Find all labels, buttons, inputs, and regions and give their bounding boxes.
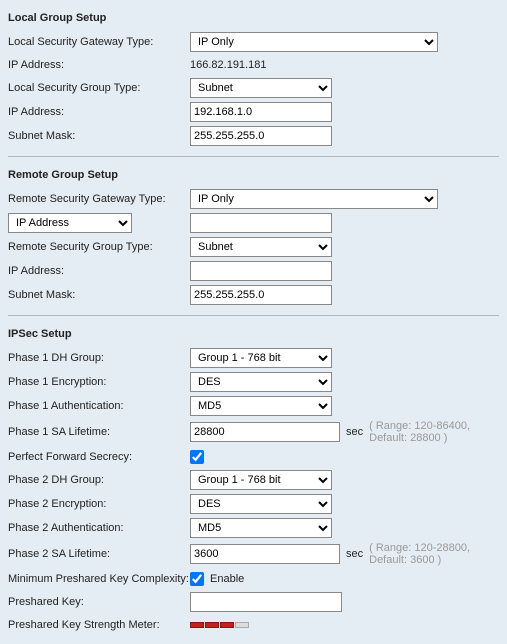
psk-strength-meter bbox=[190, 622, 249, 628]
p2-sa-input[interactable] bbox=[190, 544, 340, 564]
local-gateway-type-select[interactable]: IP Only bbox=[190, 32, 438, 52]
row-p2-enc: Phase 2 Encryption: DES bbox=[8, 492, 499, 516]
row-p2-dh: Phase 2 DH Group: Group 1 - 768 bit bbox=[8, 468, 499, 492]
p1-enc-select[interactable]: DES bbox=[190, 372, 332, 392]
meter-seg-2 bbox=[205, 622, 219, 628]
p1-sa-input[interactable] bbox=[190, 422, 340, 442]
row-remote-ip-mode: IP Address bbox=[8, 211, 499, 235]
psk-meter-label: Preshared Key Strength Meter: bbox=[8, 619, 190, 631]
remote-group-type-label: Remote Security Group Type: bbox=[8, 241, 190, 253]
row-remote-gateway-type: Remote Security Gateway Type: IP Only bbox=[8, 187, 499, 211]
row-psk: Preshared Key: bbox=[8, 590, 499, 614]
row-local-subnet: Subnet Mask: bbox=[8, 124, 499, 148]
p2-auth-select[interactable]: MD5 bbox=[190, 518, 332, 538]
local-subnet-input[interactable] bbox=[190, 126, 332, 146]
remote-ip-input[interactable] bbox=[190, 261, 332, 281]
row-local-ip2: IP Address: bbox=[8, 100, 499, 124]
p2-sa-unit: sec bbox=[346, 548, 363, 560]
p1-sa-unit: sec bbox=[346, 426, 363, 438]
row-local-ip: IP Address: 166.82.191.181 bbox=[8, 54, 499, 76]
remote-subnet-input[interactable] bbox=[190, 285, 332, 305]
local-group-type-select[interactable]: Subnet bbox=[190, 78, 332, 98]
p2-dh-label: Phase 2 DH Group: bbox=[8, 474, 190, 486]
local-ip2-label: IP Address: bbox=[8, 106, 190, 118]
p2-sa-label: Phase 2 SA Lifetime: bbox=[8, 548, 190, 560]
p1-enc-label: Phase 1 Encryption: bbox=[8, 376, 190, 388]
row-p1-enc: Phase 1 Encryption: DES bbox=[8, 370, 499, 394]
p2-auth-label: Phase 2 Authentication: bbox=[8, 522, 190, 534]
p1-sa-hint: ( Range: 120-86400, Default: 28800 ) bbox=[369, 420, 499, 444]
row-p1-auth: Phase 1 Authentication: MD5 bbox=[8, 394, 499, 418]
row-local-group-type: Local Security Group Type: Subnet bbox=[8, 76, 499, 100]
row-p1-dh: Phase 1 DH Group: Group 1 - 768 bit bbox=[8, 346, 499, 370]
row-p1-sa: Phase 1 SA Lifetime: sec ( Range: 120-86… bbox=[8, 418, 499, 446]
p1-dh-select[interactable]: Group 1 - 768 bit bbox=[190, 348, 332, 368]
p2-enc-select[interactable]: DES bbox=[190, 494, 332, 514]
min-psk-label: Minimum Preshared Key Complexity: bbox=[8, 573, 190, 585]
psk-label: Preshared Key: bbox=[8, 596, 190, 608]
local-group-type-label: Local Security Group Type: bbox=[8, 82, 190, 94]
row-local-gateway-type: Local Security Gateway Type: IP Only bbox=[8, 30, 499, 54]
divider-2 bbox=[8, 315, 499, 316]
remote-gateway-type-select[interactable]: IP Only bbox=[190, 189, 438, 209]
row-p2-sa: Phase 2 SA Lifetime: sec ( Range: 120-28… bbox=[8, 540, 499, 568]
row-pfs: Perfect Forward Secrecy: bbox=[8, 446, 499, 468]
local-ip-label: IP Address: bbox=[8, 59, 190, 71]
row-remote-ip: IP Address: bbox=[8, 259, 499, 283]
row-p2-auth: Phase 2 Authentication: MD5 bbox=[8, 516, 499, 540]
p2-dh-select[interactable]: Group 1 - 768 bit bbox=[190, 470, 332, 490]
row-min-psk: Minimum Preshared Key Complexity: Enable bbox=[8, 568, 499, 590]
pfs-checkbox[interactable] bbox=[190, 450, 204, 464]
divider-1 bbox=[8, 156, 499, 157]
p1-dh-label: Phase 1 DH Group: bbox=[8, 352, 190, 364]
remote-group-type-select[interactable]: Subnet bbox=[190, 237, 332, 257]
psk-input[interactable] bbox=[190, 592, 342, 612]
ipsec-title: IPSec Setup bbox=[8, 324, 499, 346]
row-remote-subnet: Subnet Mask: bbox=[8, 283, 499, 307]
local-ip2-input[interactable] bbox=[190, 102, 332, 122]
meter-seg-4 bbox=[235, 622, 249, 628]
local-gateway-type-label: Local Security Gateway Type: bbox=[8, 36, 190, 48]
p1-auth-label: Phase 1 Authentication: bbox=[8, 400, 190, 412]
meter-seg-3 bbox=[220, 622, 234, 628]
remote-ip-label: IP Address: bbox=[8, 265, 190, 277]
min-psk-enable-text: Enable bbox=[210, 573, 244, 585]
local-group-title: Local Group Setup bbox=[8, 8, 499, 30]
row-psk-meter: Preshared Key Strength Meter: bbox=[8, 614, 499, 636]
p2-sa-hint: ( Range: 120-28800, Default: 3600 ) bbox=[369, 542, 499, 566]
remote-ip-mode-input[interactable] bbox=[190, 213, 332, 233]
p2-enc-label: Phase 2 Encryption: bbox=[8, 498, 190, 510]
p1-sa-label: Phase 1 SA Lifetime: bbox=[8, 426, 190, 438]
remote-group-title: Remote Group Setup bbox=[8, 165, 499, 187]
min-psk-checkbox[interactable] bbox=[190, 572, 204, 586]
meter-seg-1 bbox=[190, 622, 204, 628]
local-subnet-label: Subnet Mask: bbox=[8, 130, 190, 142]
p1-auth-select[interactable]: MD5 bbox=[190, 396, 332, 416]
local-ip-value: 166.82.191.181 bbox=[190, 59, 266, 71]
row-remote-group-type: Remote Security Group Type: Subnet bbox=[8, 235, 499, 259]
remote-subnet-label: Subnet Mask: bbox=[8, 289, 190, 301]
remote-gateway-type-label: Remote Security Gateway Type: bbox=[8, 193, 190, 205]
pfs-label: Perfect Forward Secrecy: bbox=[8, 451, 190, 463]
remote-ip-mode-select[interactable]: IP Address bbox=[8, 213, 132, 233]
